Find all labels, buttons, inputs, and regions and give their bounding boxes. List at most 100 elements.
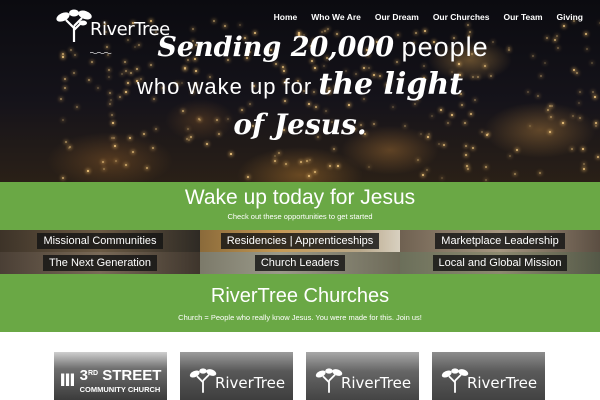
city-light — [472, 147, 475, 150]
city-light — [308, 158, 311, 161]
city-light — [416, 159, 419, 162]
city-light — [102, 160, 105, 163]
3rd-street-subtitle: COMMUNITY CHURCH — [79, 385, 161, 394]
nav-home[interactable]: Home — [267, 12, 305, 22]
city-light — [151, 147, 154, 150]
city-light — [597, 155, 600, 158]
city-light — [582, 168, 585, 171]
opportunity-missional-communities[interactable]: Missional Communities — [0, 230, 200, 252]
city-light — [467, 23, 470, 26]
church-card-3rd-street[interactable]: Ⅲ 3RD STREET COMMUNITY CHURCH — [54, 352, 167, 400]
rivertree-card-name: RiverTree — [466, 374, 538, 392]
wake-up-title: Wake up today for Jesus — [184, 186, 416, 209]
city-light — [422, 173, 425, 176]
opportunity-residencies[interactable]: Residencies | Apprenticeships — [200, 230, 400, 252]
city-light — [332, 147, 335, 150]
city-light — [274, 154, 277, 157]
city-light — [307, 174, 310, 177]
city-light — [516, 149, 519, 152]
city-light — [299, 161, 302, 164]
nav-giving[interactable]: Giving — [550, 12, 590, 22]
church-card-rivertree-central[interactable]: RiverTree — [180, 352, 293, 400]
main-nav: Home Who We Are Our Dream Our Churches O… — [267, 12, 590, 22]
hero-line-1: Sending 20,000 people — [46, 28, 600, 67]
city-light — [229, 152, 232, 155]
city-light — [441, 176, 444, 179]
city-light — [224, 24, 227, 27]
city-light — [62, 176, 65, 179]
city-light — [581, 147, 584, 150]
nav-who-we-are[interactable]: Who We Are — [304, 12, 368, 22]
tree-icon — [315, 368, 343, 393]
3rd-street-name: 3RD STREET — [80, 367, 162, 384]
opportunity-label: Church Leaders — [254, 255, 346, 271]
city-light — [247, 176, 250, 179]
rivertree-card-name: RiverTree — [214, 374, 286, 392]
city-light — [337, 164, 340, 167]
wake-up-section: Wake up today for Jesus Check out these … — [0, 182, 600, 230]
city-light — [277, 151, 280, 154]
rivertree-card-name: RiverTree — [340, 374, 412, 392]
church-cards: Ⅲ 3RD STREET COMMUNITY CHURCH RiverTree — [54, 352, 546, 400]
3rd-street-suffix: RD — [87, 370, 99, 377]
tree-icon — [441, 368, 469, 393]
opportunity-label: Marketplace Leadership — [435, 233, 565, 249]
churches-section: RiverTree Churches Church = People who r… — [0, 274, 600, 332]
city-light — [124, 163, 127, 166]
city-light — [274, 159, 277, 162]
opportunity-label: Missional Communities — [37, 233, 163, 249]
city-light — [485, 178, 488, 181]
wake-up-subtitle: Check out these opportunities to get sta… — [227, 212, 373, 221]
city-light — [68, 146, 71, 149]
opportunity-grid: Missional Communities Residencies | Appr… — [0, 230, 600, 274]
nav-our-team[interactable]: Our Team — [497, 12, 550, 22]
city-light — [285, 163, 288, 166]
hero-line-3-script: of Jesus. — [233, 108, 367, 141]
opportunity-marketplace-leadership[interactable]: Marketplace Leadership — [400, 230, 600, 252]
city-light — [513, 172, 516, 175]
opportunity-label: Residencies | Apprenticeships — [220, 233, 380, 249]
tree-icon — [189, 368, 217, 393]
hero-line-2: who wake up for the light — [0, 67, 600, 105]
hero-line-3: of Jesus. — [0, 105, 600, 145]
3rd-street-logo: Ⅲ 3RD STREET COMMUNITY CHURCH — [60, 367, 162, 395]
city-light — [465, 145, 468, 148]
city-light — [582, 162, 585, 165]
building-icon: Ⅲ — [59, 371, 76, 390]
church-card-rivertree-4[interactable]: RiverTree — [432, 352, 545, 400]
city-light — [425, 168, 428, 171]
city-light — [538, 171, 541, 174]
city-light — [103, 168, 105, 171]
churches-title: RiverTree Churches — [210, 285, 390, 307]
city-light — [467, 167, 470, 170]
city-light — [313, 170, 316, 173]
rivertree-card-logo: RiverTree — [188, 367, 285, 393]
nav-our-churches[interactable]: Our Churches — [426, 12, 497, 22]
city-light — [367, 166, 370, 169]
churches-subtitle: Church = People who really know Jesus. Y… — [178, 313, 422, 322]
hero-banner: RiverTree Home Who We Are Our Dream Our … — [0, 0, 600, 182]
city-light — [213, 20, 216, 22]
city-light — [114, 159, 117, 162]
church-card-rivertree-jackson[interactable]: RiverTree — [306, 352, 419, 400]
rivertree-card-logo: RiverTree — [314, 367, 411, 393]
nav-our-dream[interactable]: Our Dream — [368, 12, 426, 22]
city-light — [465, 153, 468, 156]
opportunity-local-global-mission[interactable]: Local and Global Mission — [400, 252, 600, 274]
city-light — [87, 170, 90, 173]
city-light — [465, 165, 468, 167]
opportunity-label: Local and Global Mission — [432, 255, 568, 271]
opportunity-church-leaders[interactable]: Church Leaders — [200, 252, 400, 274]
3rd-street-number: 3 — [79, 367, 88, 384]
hero-line-2-sans: who wake up for — [137, 74, 313, 99]
city-light — [570, 148, 573, 151]
opportunity-label: The Next Generation — [42, 255, 158, 271]
city-light — [485, 166, 488, 169]
opportunity-next-generation[interactable]: The Next Generation — [0, 252, 200, 274]
city-light — [508, 154, 511, 157]
hero-line-2-script: the light — [318, 67, 463, 102]
city-light — [329, 165, 332, 168]
city-light — [132, 150, 135, 153]
rivertree-card-logo: RiverTree — [440, 367, 537, 393]
city-light — [238, 24, 241, 27]
